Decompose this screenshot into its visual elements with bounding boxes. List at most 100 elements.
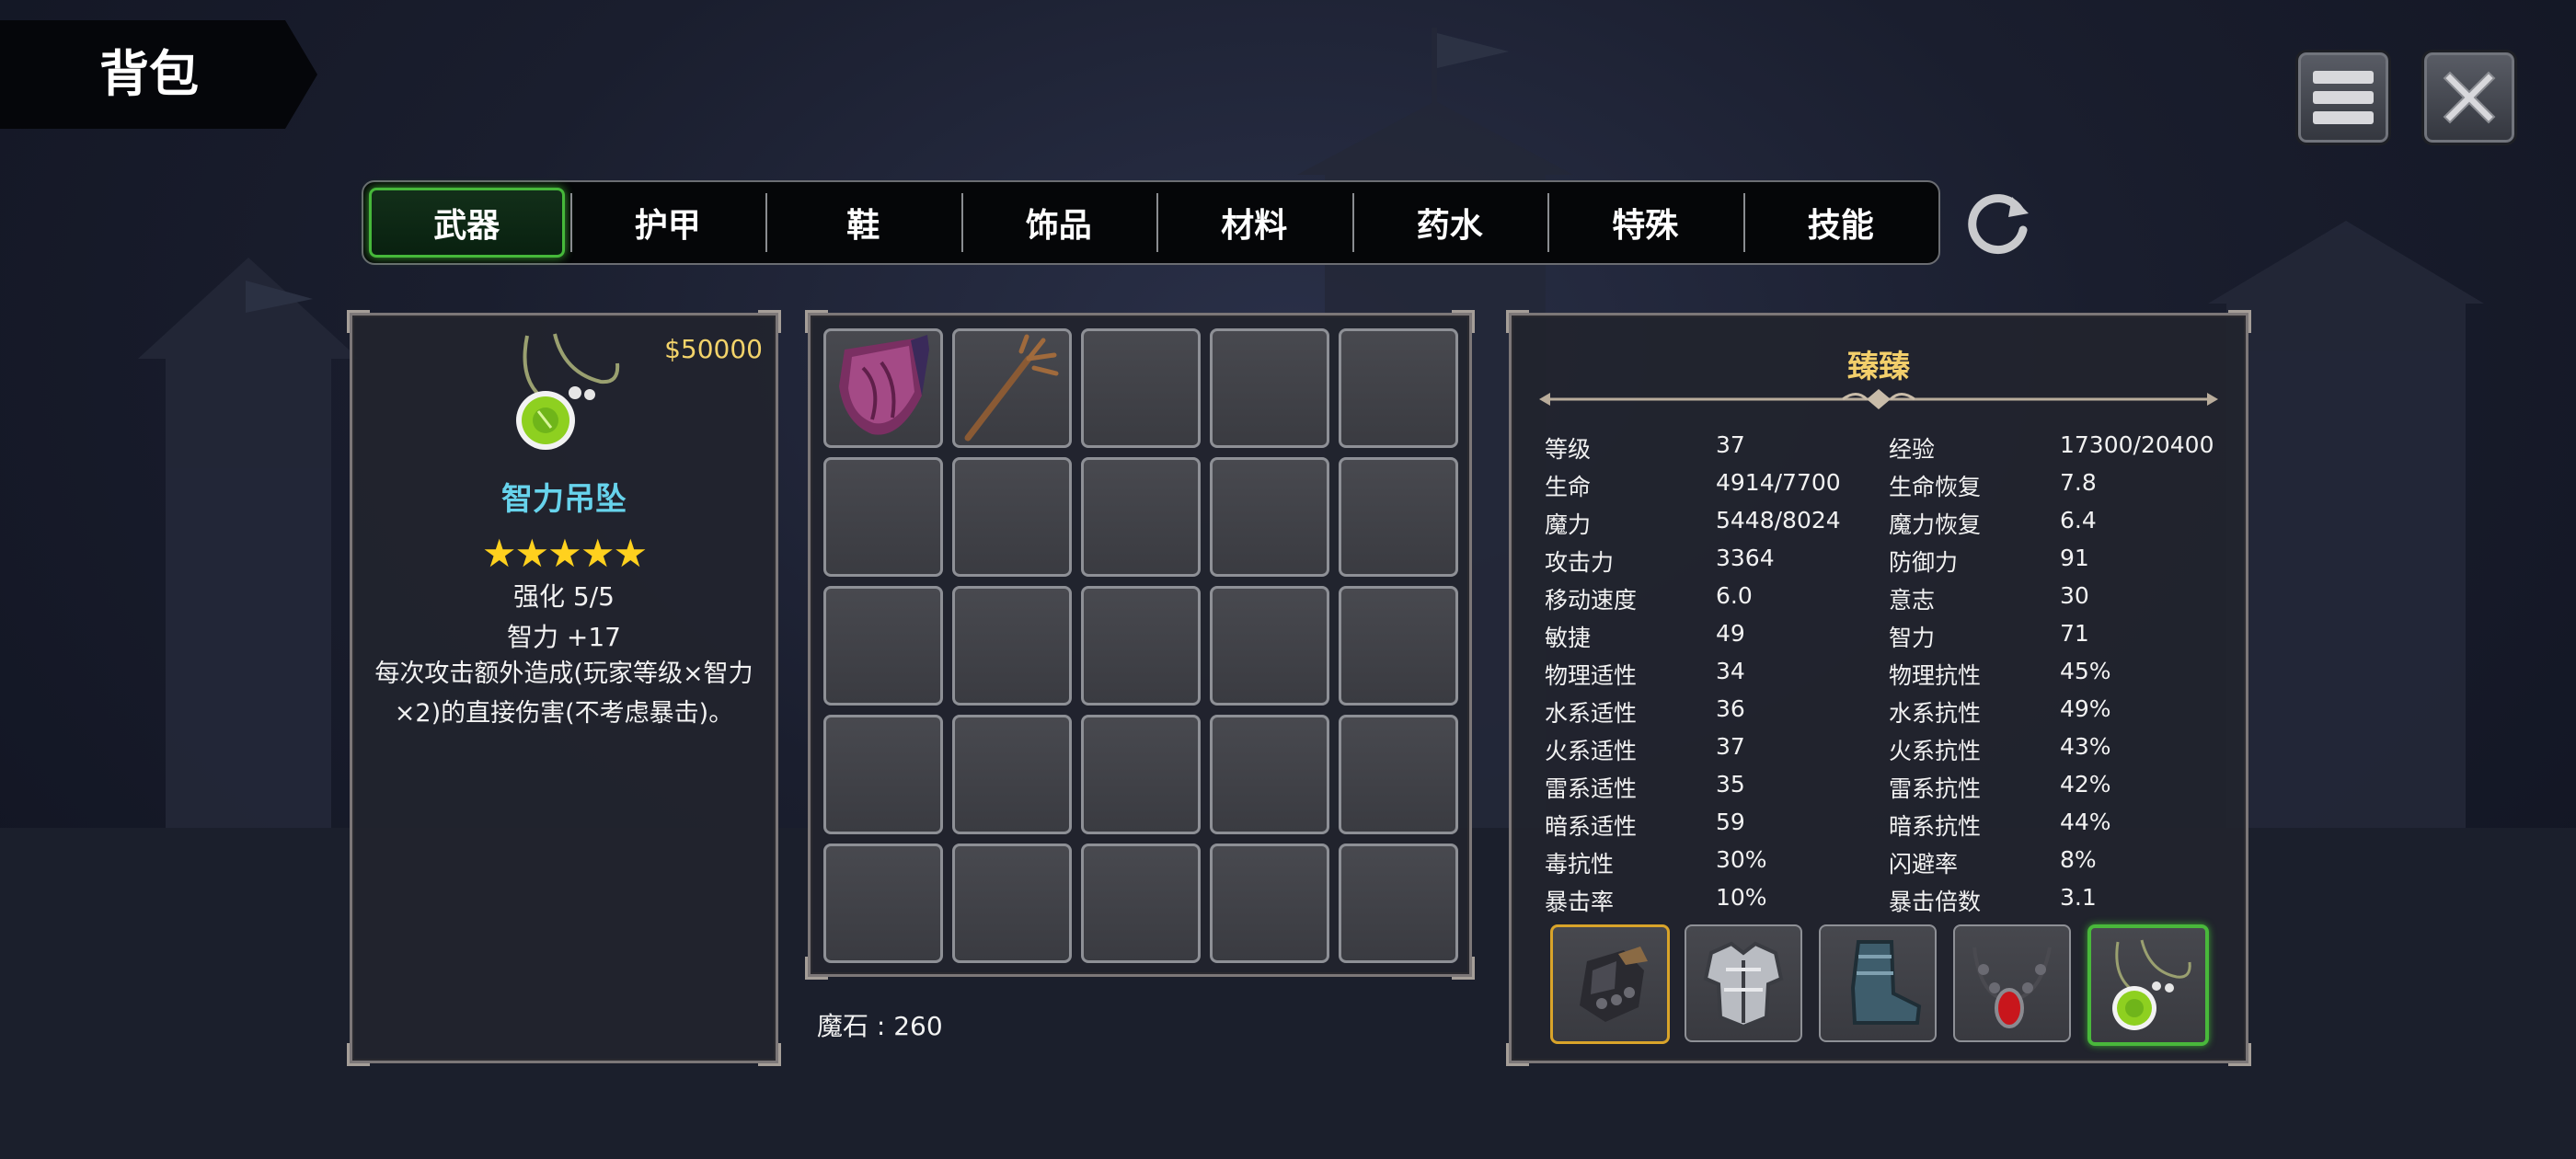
ornament-divider — [1539, 389, 2218, 409]
equip-slot-necklace[interactable] — [1953, 924, 2071, 1042]
stat-value: 3.1 — [2060, 884, 2097, 911]
item-detail-panel: $50000 智力吊坠 ★★★★★ 强化 5/5 智力 +17 每次攻击额外造成… — [347, 310, 781, 1066]
stat-value: 91 — [2060, 545, 2089, 571]
inventory-slot[interactable] — [823, 328, 943, 448]
tab-accessory[interactable]: 饰品 — [960, 182, 1157, 263]
inventory-slot[interactable] — [952, 457, 1072, 577]
tab-armor[interactable]: 护甲 — [569, 182, 766, 263]
inventory-slot[interactable] — [1081, 715, 1201, 834]
close-icon — [2443, 71, 2496, 124]
tab-material[interactable]: 材料 — [1156, 182, 1352, 263]
item-description: 每次攻击额外造成(玩家等级×智力×2)的直接伤害(不考虑暴击)。 — [374, 660, 753, 728]
inventory-slot[interactable] — [952, 586, 1072, 706]
stat-value: 3364 — [1716, 545, 1775, 571]
panel-corner — [1506, 1043, 1529, 1066]
tab-label: 武器 — [433, 207, 500, 245]
stat-label: 毒抗性 — [1545, 851, 1615, 878]
stat-label: 水系抗性 — [1889, 700, 1982, 727]
stat-value: 71 — [2060, 620, 2089, 647]
wooden-staff-icon — [964, 334, 1059, 442]
inventory-slot[interactable] — [1210, 843, 1329, 963]
inventory-slot[interactable] — [1339, 715, 1458, 834]
stat-label: 水系适性 — [1545, 700, 1638, 727]
inventory-slot[interactable] — [1210, 586, 1329, 706]
equip-slot-armor[interactable] — [1685, 924, 1802, 1042]
tab-label: 药水 — [1416, 207, 1483, 245]
stat-value: 17300/20400 — [2060, 431, 2214, 458]
inventory-slot[interactable] — [823, 586, 943, 706]
inventory-slot[interactable] — [1081, 843, 1201, 963]
stat-label: 火系适性 — [1545, 738, 1638, 764]
inventory-slot[interactable] — [1339, 328, 1458, 448]
tab-label: 护甲 — [634, 207, 701, 245]
tab-label: 技能 — [1807, 207, 1874, 245]
stat-value: 30% — [1716, 846, 1767, 873]
menu-icon — [2313, 71, 2374, 124]
inventory-slot[interactable] — [1339, 457, 1458, 577]
stat-value: 44% — [2060, 809, 2111, 835]
equip-slot-boots[interactable] — [1819, 924, 1937, 1042]
purple-cloak-icon — [839, 335, 929, 435]
stat-label: 生命 — [1545, 474, 1592, 500]
tab-shoes[interactable]: 鞋 — [765, 182, 961, 263]
inventory-slot[interactable] — [1081, 586, 1201, 706]
stat-label: 移动速度 — [1545, 587, 1638, 614]
character-panel: 臻臻 等级 37 经验 17300/20400 生命 4914/7700 生命恢复 7.8 魔力… — [1506, 310, 2251, 1066]
stat-label: 物理适性 — [1545, 662, 1638, 689]
stat-label: 攻击力 — [1545, 549, 1615, 576]
stat-label: 意志 — [1889, 587, 1936, 614]
inventory-slot[interactable] — [1339, 586, 1458, 706]
inventory-slot[interactable] — [1210, 457, 1329, 577]
green-pendant-icon — [2112, 939, 2191, 1030]
category-tabs: 武器 护甲 鞋 饰品 材料 药水 特殊 技能 — [362, 180, 1940, 265]
stat-value: 8% — [2060, 846, 2097, 873]
stat-label: 雷系适性 — [1545, 775, 1638, 802]
panel-corner — [347, 310, 370, 333]
inventory-slot[interactable] — [1210, 715, 1329, 834]
tab-special[interactable]: 特殊 — [1547, 182, 1743, 263]
stat-value: 42% — [2060, 771, 2111, 798]
stat-value: 35 — [1716, 771, 1745, 798]
inventory-slot[interactable] — [1339, 843, 1458, 963]
item-name: 智力吊坠 — [501, 481, 627, 518]
panel-corner — [2228, 1043, 2251, 1066]
equip-slot-gloves[interactable] — [1550, 924, 1670, 1044]
panel-corner — [347, 1043, 370, 1066]
panel-corner — [2228, 310, 2251, 333]
inventory-slot[interactable] — [823, 457, 943, 577]
panel-corner — [758, 1043, 781, 1066]
boots-icon — [1850, 940, 1922, 1025]
stat-label: 火系抗性 — [1889, 738, 1982, 764]
character-name: 臻臻 — [1847, 349, 1910, 385]
inventory-slot[interactable] — [952, 715, 1072, 834]
tab-label: 鞋 — [846, 207, 880, 245]
equip-slot-pendant[interactable] — [2087, 924, 2209, 1046]
inventory-slot[interactable] — [952, 328, 1072, 448]
stat-label: 等级 — [1545, 436, 1592, 463]
stat-value: 45% — [2060, 658, 2111, 684]
stat-label: 防御力 — [1889, 549, 1959, 576]
refresh-icon[interactable] — [1964, 188, 2034, 258]
tab-label: 特殊 — [1612, 207, 1679, 245]
gauntlet-icon — [1580, 947, 1648, 1022]
inventory-slot[interactable] — [952, 843, 1072, 963]
green-pendant-icon — [516, 333, 620, 450]
tab-weapon[interactable]: 武器 — [369, 188, 565, 258]
tab-skill[interactable]: 技能 — [1742, 182, 1939, 263]
inventory-slot[interactable] — [823, 715, 943, 834]
tab-potion[interactable]: 药水 — [1351, 182, 1548, 263]
inventory-slot[interactable] — [1210, 328, 1329, 448]
item-enhance: 强化 5/5 — [513, 581, 615, 612]
menu-button[interactable] — [2295, 50, 2391, 145]
inventory-slot[interactable] — [1081, 457, 1201, 577]
chest-armor-icon — [1703, 941, 1784, 1029]
stat-label: 暴击倍数 — [1889, 889, 1982, 915]
close-button[interactable] — [2421, 50, 2517, 145]
stat-label: 雷系抗性 — [1889, 775, 1982, 802]
stat-value: 37 — [1716, 431, 1745, 458]
stat-value: 6.4 — [2060, 507, 2097, 534]
inventory-slot[interactable] — [823, 843, 943, 963]
stat-label: 物理抗性 — [1889, 662, 1982, 689]
stat-value: 10% — [1716, 884, 1767, 911]
inventory-slot[interactable] — [1081, 328, 1201, 448]
